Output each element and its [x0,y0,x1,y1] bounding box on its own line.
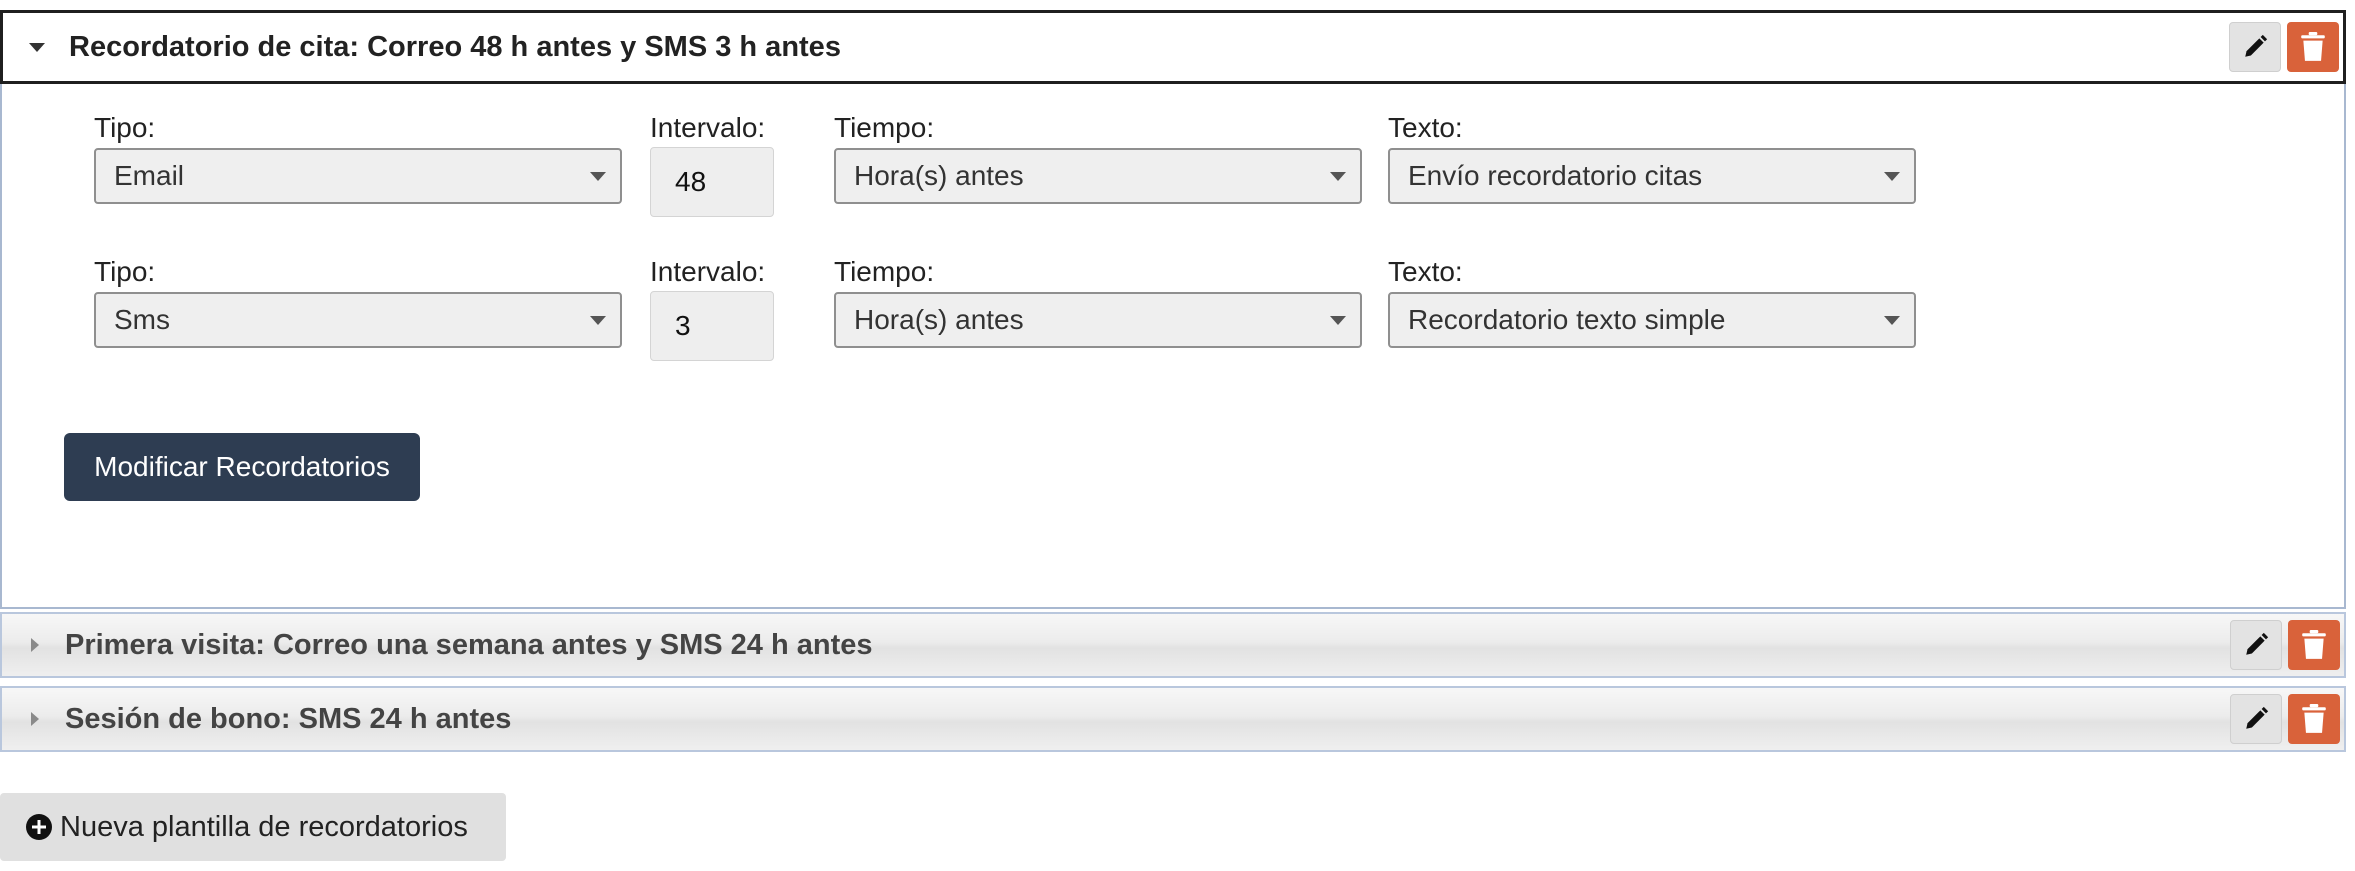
template-actions [2230,620,2340,670]
tipo-label: Tipo: [94,256,156,287]
trash-icon [2302,630,2326,659]
intervalo-input-value: 48 [675,166,707,197]
intervalo-input-value: 3 [675,310,691,341]
intervalo-input[interactable]: 48 [650,147,774,217]
delete-template-button[interactable] [2288,620,2340,670]
modify-reminders-button[interactable]: Modificar Recordatorios [64,433,420,501]
chevron-down-icon [1884,172,1900,181]
template-title: Primera visita: Correo una semana antes … [65,628,873,661]
texto-select-value: Envío recordatorio citas [1408,160,1703,191]
texto-select[interactable]: Envío recordatorio citas [1388,148,1916,204]
template-actions [2229,22,2339,72]
chevron-down-icon [590,172,606,181]
edit-template-button[interactable] [2230,620,2282,670]
tipo-select[interactable]: Email [94,148,622,204]
caret-right-icon [31,712,39,726]
trash-icon [2302,704,2326,733]
tiempo-select[interactable]: Hora(s) antes [834,292,1362,348]
edit-template-button[interactable] [2230,694,2282,744]
template-header-cita[interactable]: Recordatorio de cita: Correo 48 h antes … [0,10,2346,84]
intervalo-label: Intervalo: [650,112,766,143]
chevron-down-icon [590,316,606,325]
pencil-icon [2245,34,2268,57]
pencil-icon [2246,706,2269,729]
texto-select-value: Recordatorio texto simple [1408,304,1726,335]
template-header-primera-visita[interactable]: Primera visita: Correo una semana antes … [0,612,2346,678]
new-template-label: Nueva plantilla de recordatorios [60,810,468,843]
tiempo-label: Tiempo: [834,256,935,287]
reminder-templates-page: Recordatorio de cita: Correo 48 h antes … [0,0,2355,871]
texto-label: Texto: [1388,112,1463,143]
trash-icon [2301,32,2325,61]
tipo-label: Tipo: [94,112,156,143]
tipo-select[interactable]: Sms [94,292,622,348]
texto-label: Texto: [1388,256,1463,287]
template-actions [2230,694,2340,744]
delete-template-button[interactable] [2288,694,2340,744]
new-template-button[interactable]: Nueva plantilla de recordatorios [0,793,506,861]
tiempo-select-value: Hora(s) antes [854,304,1024,335]
chevron-down-icon [1330,172,1346,181]
template-panel-cita: Tipo: Email Intervalo: 48 Tiempo: Hora(s… [0,84,2346,609]
texto-select[interactable]: Recordatorio texto simple [1388,292,1916,348]
template-title: Recordatorio de cita: Correo 48 h antes … [69,30,841,63]
intervalo-input[interactable]: 3 [650,291,774,361]
edit-template-button[interactable] [2229,22,2281,72]
tiempo-label: Tiempo: [834,112,935,143]
tipo-select-value: Email [114,160,185,191]
chevron-down-icon [1330,316,1346,325]
template-header-sesion-bono[interactable]: Sesión de bono: SMS 24 h antes [0,686,2346,752]
tiempo-select[interactable]: Hora(s) antes [834,148,1362,204]
tipo-select-value: Sms [114,304,170,335]
pencil-icon [2246,632,2269,655]
plus-circle-icon [26,814,52,840]
tiempo-select-value: Hora(s) antes [854,160,1024,191]
intervalo-label: Intervalo: [650,256,766,287]
template-title: Sesión de bono: SMS 24 h antes [65,702,512,735]
chevron-down-icon [1884,316,1900,325]
caret-down-icon [29,42,45,52]
delete-template-button[interactable] [2287,22,2339,72]
caret-right-icon [31,638,39,652]
